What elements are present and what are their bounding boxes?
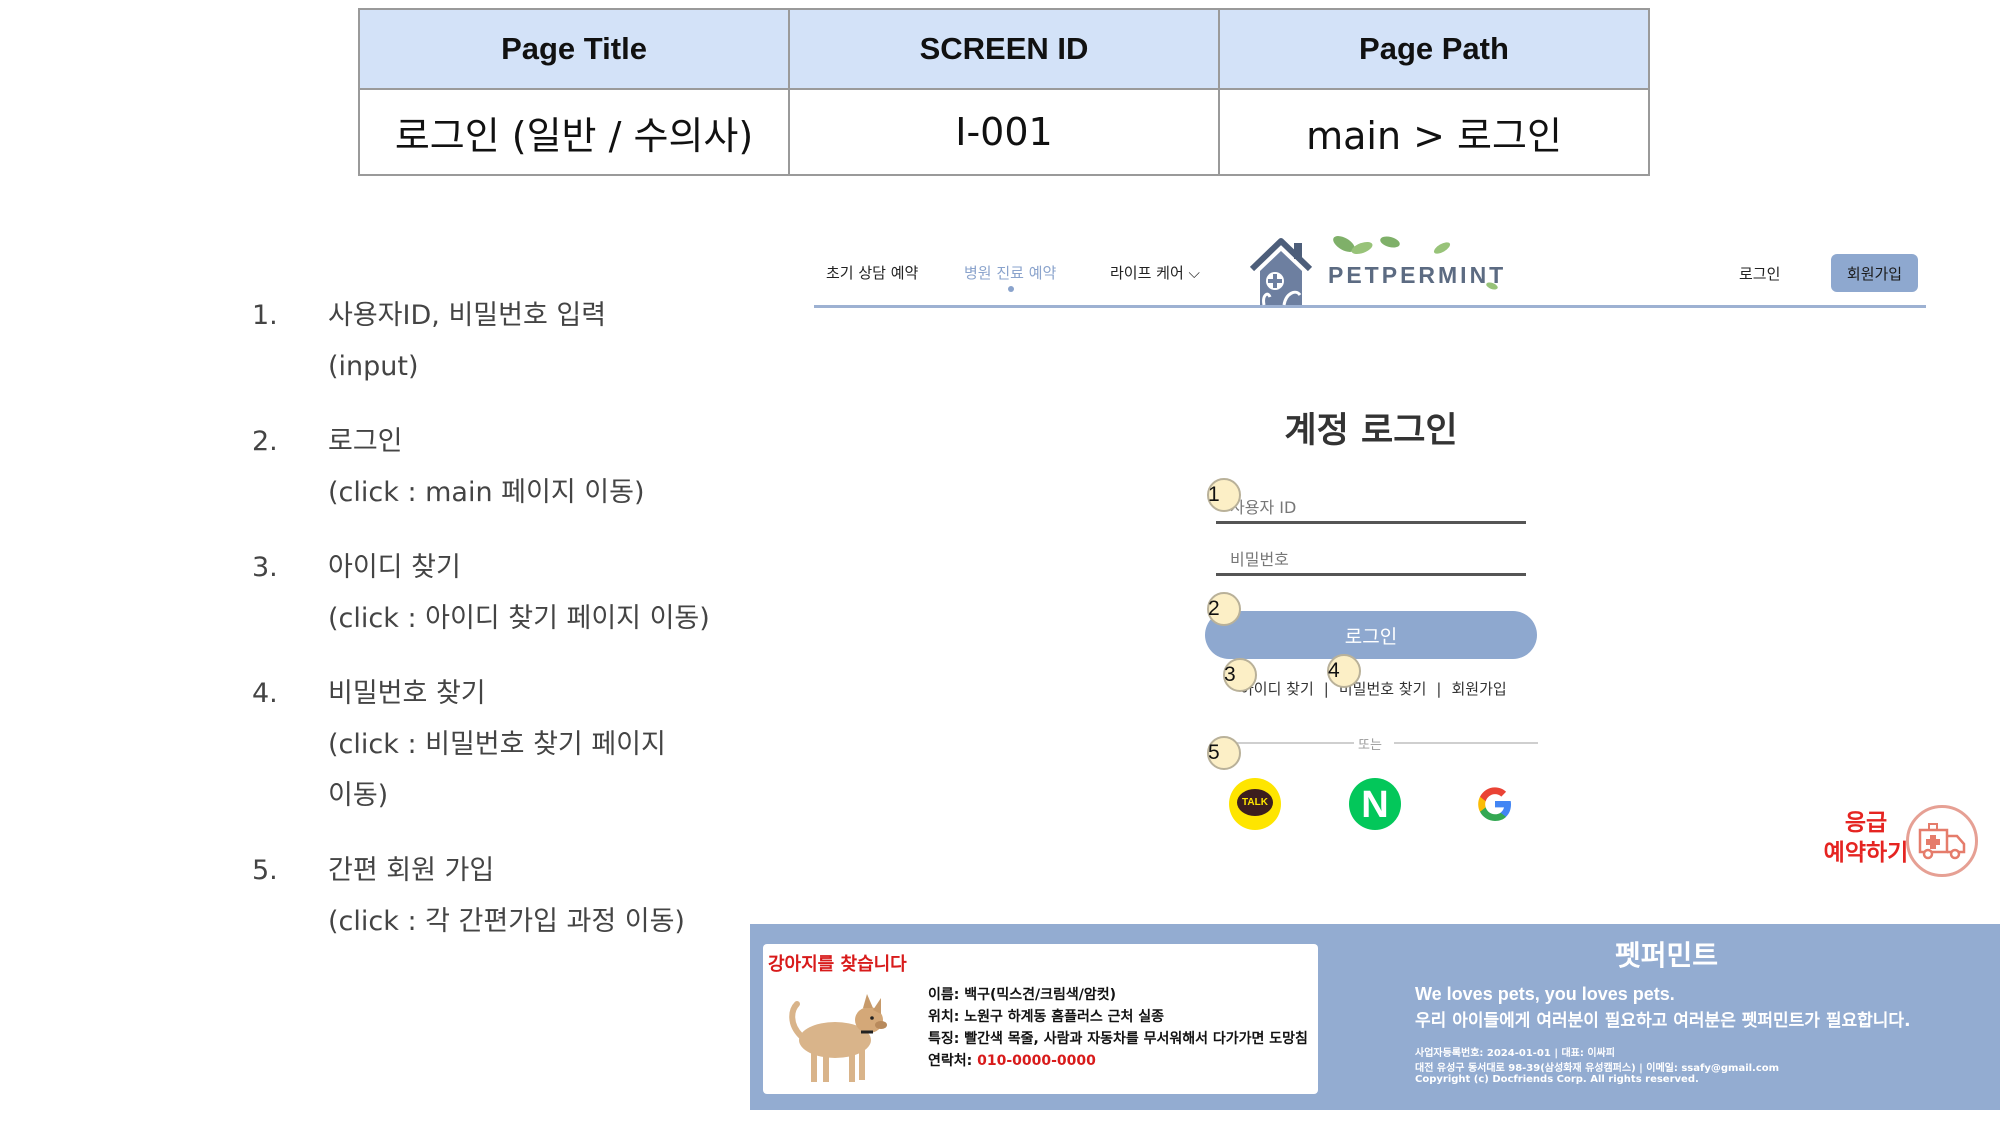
lost-dog-contact-line: 연락처: 010-0000-0000 <box>928 1053 1096 1069</box>
note-title: 사용자ID, 비밀번호 입력 <box>328 300 607 331</box>
naver-n-icon: N <box>1361 784 1389 826</box>
note-title: 간편 회원 가입 <box>328 855 495 886</box>
lost-dog-location-line: 위치: 노원구 하계동 홈플러스 근처 실종 <box>928 1009 1165 1025</box>
password-input[interactable] <box>1216 546 1526 576</box>
signup-link[interactable]: 회원가입 <box>1451 680 1506 698</box>
divider-line <box>1394 742 1538 744</box>
spec-value-page-path: main > 로그인 <box>1218 88 1650 176</box>
google-login-button[interactable] <box>1469 778 1521 830</box>
active-indicator-dot <box>1008 286 1014 292</box>
note-title: 비밀번호 찾기 <box>328 678 486 709</box>
spec-value-row: 로그인 (일반 / 수의사) I-001 main > 로그인 <box>358 88 1650 176</box>
lost-dog-name-line: 이름: 백구(믹스견/크림색/암컷) <box>928 987 1117 1003</box>
kakao-talk-icon: TALK <box>1237 789 1273 816</box>
note-number: 1. <box>252 300 278 331</box>
lost-dog-feature-line: 특징: 빨간색 목줄, 사람과 자동차를 무서워해서 다가가면 도망침 <box>928 1031 1308 1047</box>
dog-photo-icon <box>789 994 887 1082</box>
lost-dog-details: 이름: 백구(믹스견/크림색/암컷) 위치: 노원구 하계동 홈플러스 근처 실… <box>928 984 1308 1072</box>
note-number: 5. <box>252 855 278 886</box>
note-item: 3. 아이디 찾기 (click : 아이디 찾기 페이지 이동) <box>252 542 812 644</box>
note-desc: (input) <box>328 351 419 382</box>
note-item: 2. 로그인 (click : main 페이지 이동) <box>252 416 812 518</box>
note-item: 1. 사용자ID, 비밀번호 입력 (input) <box>252 290 812 392</box>
notes-list: 1. 사용자ID, 비밀번호 입력 (input) 2. 로그인 (click … <box>252 290 812 971</box>
note-number: 2. <box>252 426 278 457</box>
kakao-login-button[interactable]: TALK <box>1229 778 1281 830</box>
house-logo-icon[interactable] <box>1248 235 1314 307</box>
footer-tagline-ko: 우리 아이들에게 여러분이 필요하고 여러분은 펫퍼민트가 필요합니다. <box>1415 1011 1911 1031</box>
spec-header-screen-id: SCREEN ID <box>788 8 1220 90</box>
note-number: 4. <box>252 678 278 709</box>
note-desc: (click : 비밀번호 찾기 페이지 <box>328 729 666 760</box>
site-footer: 강아지를 찾습니다 이름: 백구(믹스견/크림색/암컷) 위치: 노원구 하계동… <box>750 924 2000 1110</box>
nav-login-link[interactable]: 로그인 <box>1739 263 1780 284</box>
footer-address-info: 대전 유성구 동서대로 98-39(삼성화재 유성캠퍼스) | 이메일: ssa… <box>1415 1063 1780 1074</box>
divider-line <box>1228 742 1354 744</box>
annotation-marker-1: 1 <box>1207 478 1241 512</box>
or-label: 또는 <box>1358 738 1382 753</box>
nav-signup-button[interactable]: 회원가입 <box>1831 254 1918 292</box>
note-desc: (click : 아이디 찾기 페이지 이동) <box>328 603 710 634</box>
spec-header-row: Page Title SCREEN ID Page Path <box>358 8 1650 90</box>
ambulance-icon[interactable] <box>1906 805 1978 877</box>
footer-tagline-en: We loves pets, you loves pets. <box>1415 984 1675 1004</box>
footer-business-info: 사업자등록번호: 2024-01-01 | 대표: 이싸피 <box>1415 1048 1615 1059</box>
annotation-marker-2: 2 <box>1207 592 1241 626</box>
link-separator: | <box>1436 680 1442 698</box>
spec-value-screen-id: I-001 <box>788 88 1220 176</box>
note-item: 4. 비밀번호 찾기 (click : 비밀번호 찾기 페이지 이동) <box>252 668 812 821</box>
nav-item-life-care[interactable]: 라이프 케어 ⌵ <box>1110 262 1200 283</box>
annotation-marker-5: 5 <box>1207 736 1241 770</box>
user-id-input[interactable] <box>1216 494 1526 524</box>
nav-item-initial-consult[interactable]: 초기 상담 예약 <box>826 262 918 283</box>
login-title: 계정 로그인 <box>1284 411 1458 451</box>
note-item: 5. 간편 회원 가입 (click : 각 간편가입 과정 이동) <box>252 845 812 947</box>
note-number: 3. <box>252 552 278 583</box>
note-desc: (click : 각 간편가입 과정 이동) <box>328 906 685 937</box>
lost-dog-card[interactable]: 강아지를 찾습니다 이름: 백구(믹스견/크림색/암컷) 위치: 노원구 하계동… <box>763 944 1318 1094</box>
naver-login-button[interactable]: N <box>1349 778 1401 830</box>
account-links: 아이디 찾기 | 비밀번호 찾기 | 회원가입 <box>1240 678 1507 699</box>
footer-copyright: Copyright (c) Docfriends Corp. All right… <box>1415 1074 1699 1085</box>
spec-header-page-title: Page Title <box>358 8 790 90</box>
lost-dog-title: 강아지를 찾습니다 <box>768 954 907 975</box>
nav-item-hospital-booking[interactable]: 병원 진료 예약 <box>964 262 1056 283</box>
login-button[interactable]: 로그인 <box>1205 611 1537 659</box>
annotation-marker-3: 3 <box>1223 658 1257 692</box>
note-desc-continued: 이동) <box>328 780 389 811</box>
spec-header-page-path: Page Path <box>1218 8 1650 90</box>
note-desc: (click : main 페이지 이동) <box>328 477 645 508</box>
note-title: 아이디 찾기 <box>328 552 461 583</box>
google-g-icon <box>1478 787 1511 821</box>
annotation-marker-4: 4 <box>1327 654 1361 688</box>
spec-table: Page Title SCREEN ID Page Path 로그인 (일반 /… <box>358 8 1650 176</box>
brand-logo-text[interactable]: PETPERMINT <box>1328 262 1506 289</box>
spec-value-page-title: 로그인 (일반 / 수의사) <box>358 88 790 176</box>
note-title: 로그인 <box>328 426 403 457</box>
footer-brand-name: 펫퍼민트 <box>1615 939 1719 972</box>
